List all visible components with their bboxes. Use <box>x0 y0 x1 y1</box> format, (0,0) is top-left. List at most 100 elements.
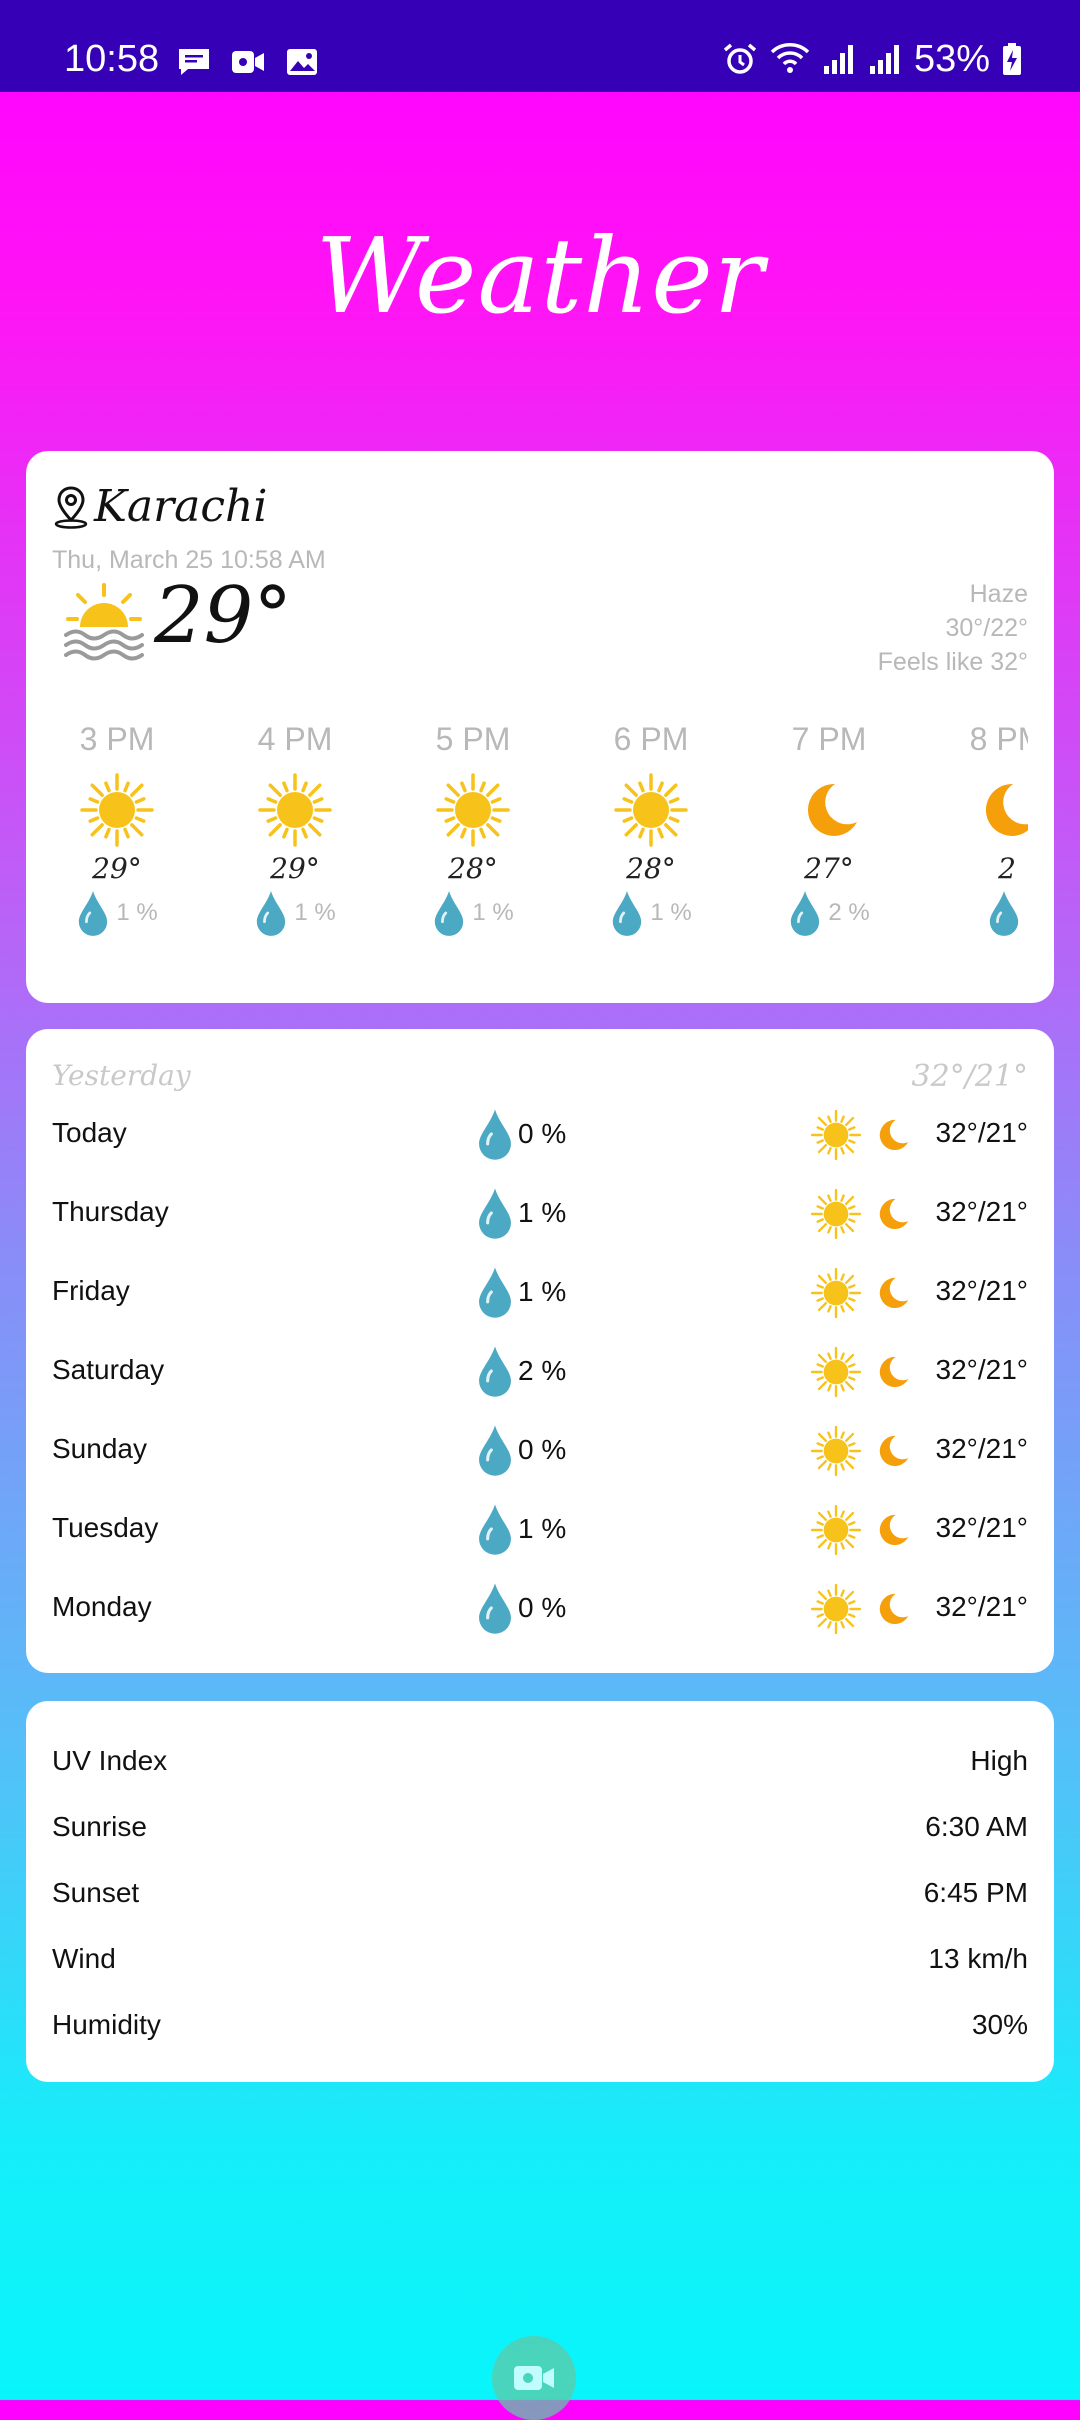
raindrop-icon <box>79 891 108 936</box>
status-right-icons: 53% <box>722 40 1022 78</box>
daily-row[interactable]: Tuesday 1 % 32°/21° <box>52 1502 1028 1562</box>
raindrop-icon <box>791 891 820 936</box>
raindrop-icon <box>257 891 286 936</box>
hourly-rain-chance: 2 % <box>828 899 870 926</box>
moon-icon <box>985 783 1028 836</box>
day-name: Tuesday <box>52 1512 159 1543</box>
day-rain: 1 % <box>476 1186 566 1240</box>
daily-forecast-card: Yesterday 32°/21° Today 0 % 32°/21° Thursda… <box>26 1029 1054 1673</box>
day-name: Sunday <box>52 1433 147 1464</box>
day-rain: 1 % <box>476 1265 566 1319</box>
daily-row[interactable]: Sunday 0 % 32°/21° <box>52 1423 1028 1483</box>
day-rain-chance: 2 % <box>518 1355 567 1386</box>
moon-icon <box>879 1356 909 1388</box>
detail-label: Sunset <box>52 1877 140 1908</box>
hourly-time: 3 PM <box>79 721 155 757</box>
day-temp: 32°/21° <box>935 1433 1028 1464</box>
day-name: Saturday <box>52 1354 165 1385</box>
sun-icon <box>810 1188 862 1240</box>
video-icon <box>232 51 264 73</box>
hourly-rain: 1 % <box>408 889 538 937</box>
day-rain-chance: 0 % <box>518 1592 567 1623</box>
hourly-forecast[interactable]: 3 PM 29° 1 % 4 PM 29° 1 % 5 PM 28° 1 % 6 PM 28° 1 %… <box>52 721 1028 981</box>
day-rain: 1 % <box>476 1502 566 1556</box>
hourly-item: 8 PM 2 <box>942 721 1028 937</box>
detail-label: Wind <box>52 1943 116 1974</box>
hourly-temp: 29° <box>270 852 320 885</box>
hourly-temp: 2 <box>998 852 1016 885</box>
current-conditions: Haze 30°/22° Feels like 32° <box>878 577 1028 679</box>
raindrop-icon <box>435 891 464 936</box>
detail-label: Humidity <box>52 2009 161 2040</box>
day-temp: 32°/21° <box>935 1117 1028 1148</box>
hourly-icon-wrap <box>613 772 689 848</box>
raindrop-icon <box>479 1583 511 1634</box>
message-icon <box>179 49 209 75</box>
hourly-rain: 2 % <box>764 889 894 937</box>
daily-row[interactable]: Friday 1 % 32°/21° <box>52 1265 1028 1325</box>
hourly-icon-wrap <box>435 772 511 848</box>
day-name: Today <box>52 1117 127 1148</box>
day-rain-chance: 1 % <box>518 1276 567 1307</box>
sun-icon <box>810 1109 862 1161</box>
hourly-rain-chance: 1 % <box>650 899 692 926</box>
detail-label: Sunrise <box>52 1811 147 1842</box>
detail-row: UV Index High <box>52 1745 1028 1785</box>
signal-icon <box>869 45 899 74</box>
hourly-rain <box>942 889 1028 937</box>
day-temp: 32°/21° <box>935 1275 1028 1306</box>
day-rain-chance: 1 % <box>518 1513 567 1544</box>
sun-icon <box>436 773 510 847</box>
day-rain-chance: 0 % <box>518 1118 567 1149</box>
sun-icon <box>810 1267 862 1319</box>
sun-icon <box>810 1346 862 1398</box>
screen-record-button[interactable] <box>492 2336 576 2420</box>
hourly-temp: 28° <box>448 852 498 885</box>
detail-value: High <box>970 1745 1028 1776</box>
moon-icon <box>879 1435 909 1467</box>
detail-row: Sunset 6:45 PM <box>52 1877 1028 1917</box>
hourly-rain: 1 % <box>52 889 182 937</box>
day-rain: 0 % <box>476 1107 566 1161</box>
raindrop-icon <box>989 891 1019 936</box>
moon-icon <box>879 1119 909 1151</box>
location[interactable]: Karachi <box>52 481 267 532</box>
yesterday-label: Yesterday <box>52 1059 191 1092</box>
day-name: Monday <box>52 1591 152 1622</box>
daily-row[interactable]: Today 0 % 32°/21° <box>52 1107 1028 1167</box>
status-time: 10:58 <box>64 38 160 80</box>
day-name: Friday <box>52 1275 130 1306</box>
day-rain: 0 % <box>476 1581 566 1635</box>
daily-row[interactable]: Monday 0 % 32°/21° <box>52 1581 1028 1641</box>
day-icons <box>810 1346 914 1398</box>
day-name: Thursday <box>52 1196 169 1227</box>
yesterday-row: Yesterday 32°/21° <box>52 1059 1028 1103</box>
day-icons <box>810 1109 914 1161</box>
day-icons <box>810 1583 914 1635</box>
day-rain: 0 % <box>476 1423 566 1477</box>
details-card: UV Index High Sunrise 6:30 AM Sunset 6:45 PM W… <box>26 1701 1054 2082</box>
hourly-time: 6 PM <box>613 721 689 757</box>
detail-row: Wind 13 km/h <box>52 1943 1028 1983</box>
detail-value: 6:45 PM <box>923 1877 1028 1908</box>
detail-label: UV Index <box>52 1745 168 1776</box>
battery-percent: 53% <box>913 38 990 80</box>
current-temperature: 29° <box>154 571 293 661</box>
alarm-icon <box>723 43 757 74</box>
detail-value: 13 km/h <box>928 1943 1028 1974</box>
hourly-item: 3 PM 29° 1 % <box>52 721 182 937</box>
day-icons <box>810 1188 914 1240</box>
moon-icon <box>879 1277 909 1309</box>
condition-text: Haze <box>969 580 1028 608</box>
raindrop-icon <box>479 1109 511 1160</box>
daily-row[interactable]: Thursday 1 % 32°/21° <box>52 1186 1028 1246</box>
daily-row[interactable]: Saturday 2 % 32°/21° <box>52 1344 1028 1404</box>
sun-icon <box>810 1504 862 1556</box>
day-rain: 2 % <box>476 1344 566 1398</box>
detail-row: Humidity 30% <box>52 2009 1028 2049</box>
hourly-time: 5 PM <box>435 721 511 757</box>
moon-icon <box>807 783 857 836</box>
day-icons <box>810 1504 914 1556</box>
day-icons <box>810 1267 914 1319</box>
sun-icon <box>810 1583 862 1635</box>
